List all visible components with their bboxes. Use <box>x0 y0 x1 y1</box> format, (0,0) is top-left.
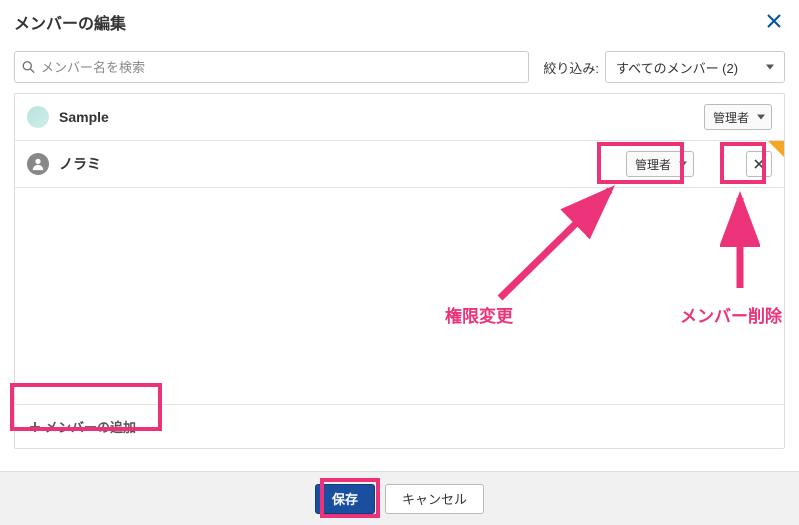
filter-value: すべてのメンバー (2) <box>616 58 738 77</box>
dialog-footer: 保存 キャンセル <box>0 471 799 525</box>
chevron-down-icon <box>757 115 765 120</box>
role-value: 管理者 <box>635 156 671 173</box>
dialog-header: メンバーの編集 <box>0 0 799 43</box>
person-icon <box>31 157 45 171</box>
search-icon <box>22 61 35 74</box>
avatar <box>27 106 49 128</box>
close-icon <box>754 159 764 169</box>
search-wrap <box>14 51 529 83</box>
corner-tag-icon <box>768 141 784 157</box>
save-button[interactable]: 保存 <box>315 484 375 514</box>
add-member-button[interactable]: メンバーの追加 <box>15 405 150 448</box>
close-button[interactable] <box>763 11 785 33</box>
toolbar: 絞り込み: すべてのメンバー (2) <box>0 43 799 93</box>
search-input[interactable] <box>14 51 529 83</box>
role-value: 管理者 <box>713 109 749 126</box>
close-icon <box>767 14 781 28</box>
role-select[interactable]: 管理者 <box>626 151 694 177</box>
dialog-title: メンバーの編集 <box>14 10 763 34</box>
add-member-label: メンバーの追加 <box>45 417 136 436</box>
add-member-row: メンバーの追加 <box>15 404 784 448</box>
cancel-button[interactable]: キャンセル <box>385 484 484 514</box>
filter-select[interactable]: すべてのメンバー (2) <box>605 51 785 83</box>
member-name: ノラミ <box>59 154 626 174</box>
list-spacer <box>15 188 784 404</box>
member-list: Sample 管理者 ノラミ 管理者 メンバーの追加 <box>14 93 785 449</box>
member-row: ノラミ 管理者 <box>15 141 784 188</box>
member-row: Sample 管理者 <box>15 94 784 141</box>
gap <box>0 449 799 471</box>
member-name: Sample <box>59 109 704 125</box>
avatar <box>27 153 49 175</box>
filter-label: 絞り込み: <box>543 58 599 77</box>
chevron-down-icon <box>766 65 774 70</box>
plus-icon <box>29 421 41 433</box>
chevron-down-icon <box>679 162 687 167</box>
role-select[interactable]: 管理者 <box>704 104 772 130</box>
